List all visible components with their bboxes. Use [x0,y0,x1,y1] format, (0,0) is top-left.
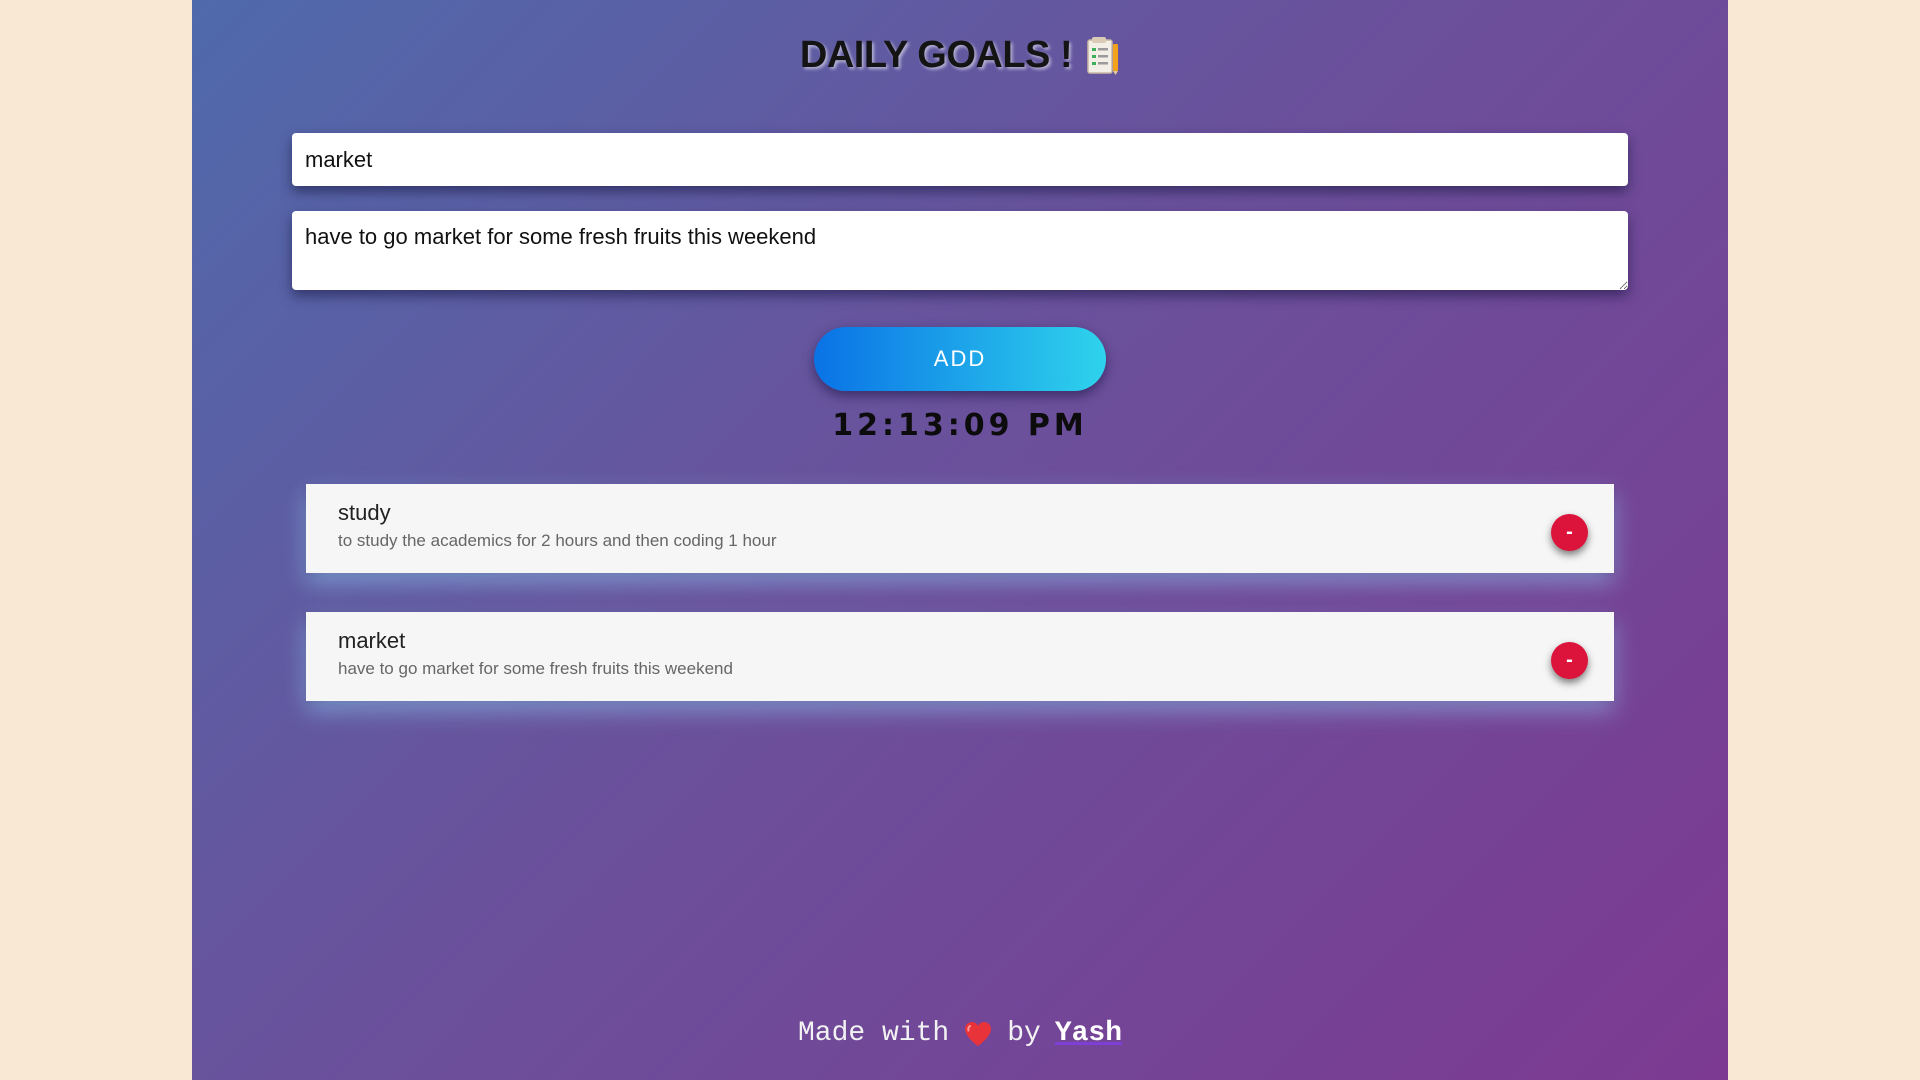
note-description-input[interactable]: have to go market for some fresh fruits … [292,211,1628,290]
footer: Made with by Yash [192,1018,1728,1049]
note-card: study to study the academics for 2 hours… [306,484,1614,573]
page-title: DAILY GOALS ! [799,34,1073,76]
note-description: to study the academics for 2 hours and t… [338,531,777,550]
note-description: have to go market for some fresh fruits … [338,659,733,678]
note-title-input[interactable] [292,133,1628,186]
clock-display: 12:13:09 PM [832,408,1088,443]
delete-note-button[interactable]: - [1551,642,1588,679]
footer-made-with: Made with [797,1018,950,1049]
header: DAILY GOALS ! [192,34,1728,77]
note-card: market have to go market for some fresh … [306,612,1614,701]
heart-icon [963,1020,993,1048]
add-button[interactable]: ADD [814,327,1106,391]
author-link[interactable]: Yash [1055,1018,1122,1049]
footer-by: by [1007,1018,1041,1049]
note-title: market [338,628,406,653]
notes-icon [1086,36,1120,76]
app-container: DAILY GOALS ! have to go market for some… [192,0,1728,1080]
delete-note-button[interactable]: - [1551,514,1588,551]
note-title: study [338,500,391,525]
